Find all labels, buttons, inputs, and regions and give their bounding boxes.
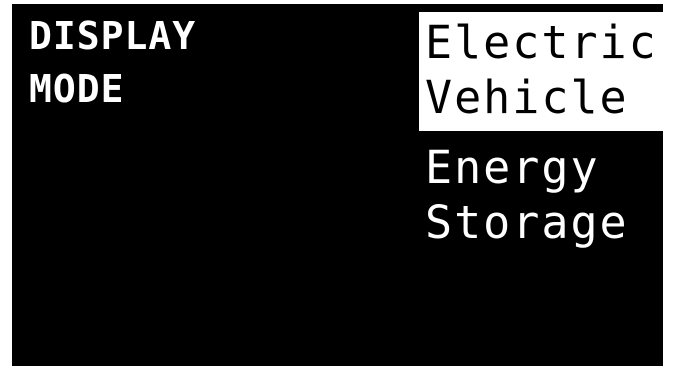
lcd-screen: DISPLAY MODE Electric Vehicle Energy Sto… xyxy=(12,4,663,366)
option-label-line-2: Storage xyxy=(425,196,629,249)
option-label-line-2: Vehicle xyxy=(425,71,629,124)
option-label-line-1: Energy xyxy=(425,141,600,194)
screen-title-line-2: MODE xyxy=(29,67,125,111)
screen-title-line-1: DISPLAY xyxy=(29,14,197,58)
option-energy-storage[interactable]: Energy Storage xyxy=(419,140,663,258)
option-label-line-1: Electric xyxy=(425,16,658,69)
option-electric-vehicle[interactable]: Electric Vehicle xyxy=(419,12,663,131)
